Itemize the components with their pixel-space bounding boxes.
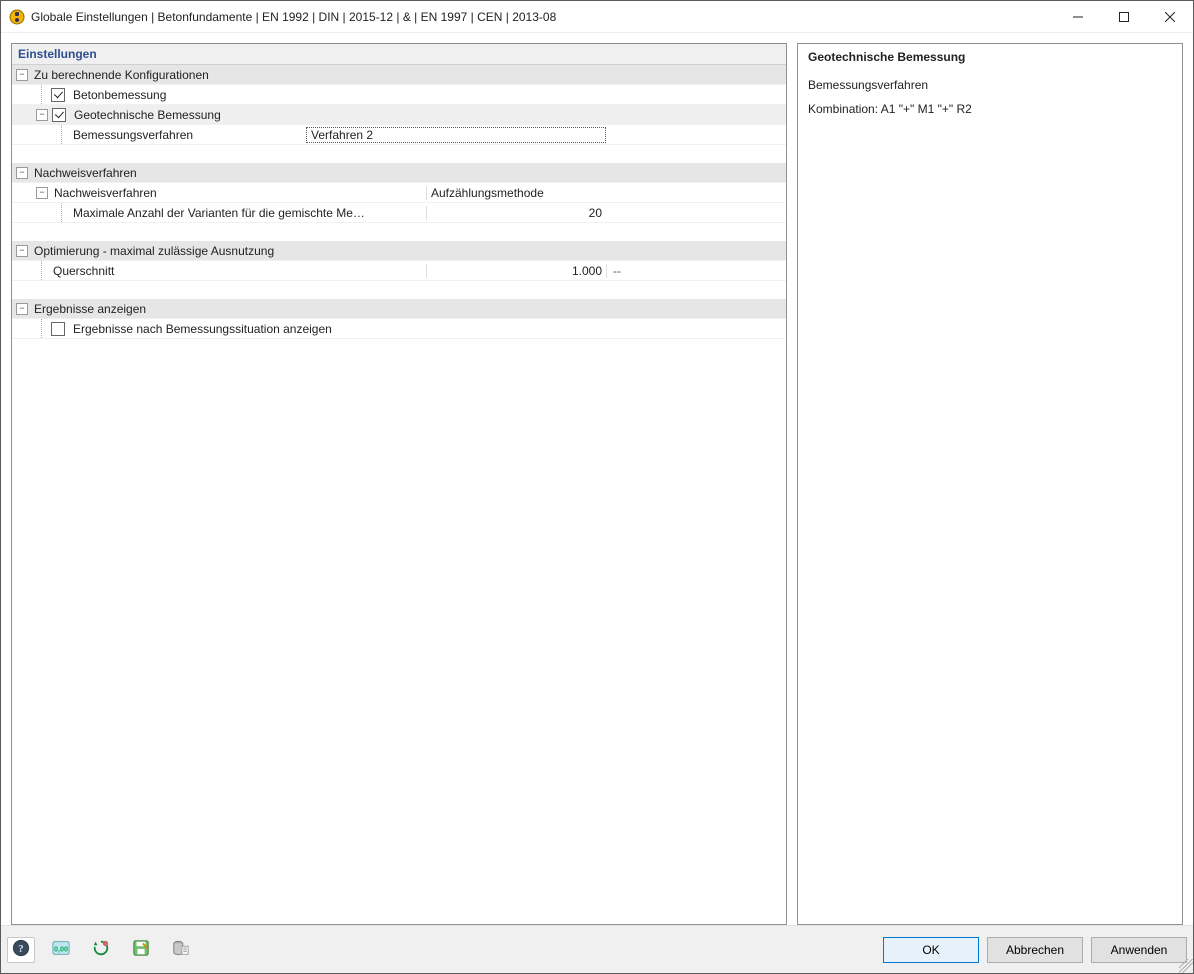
content-area: Einstellungen − Zu berechnende Konfigura… (1, 33, 1193, 925)
section-label: Optimierung - maximal zulässige Ausnutzu… (32, 244, 426, 258)
item-label: Geotechnische Bemessung (72, 108, 426, 122)
item-label: Maximale Anzahl der Varianten für die ge… (71, 206, 426, 220)
section-label: Ergebnisse anzeigen (32, 302, 426, 316)
detail-combination: Kombination: A1 "+" M1 "+" R2 (808, 102, 1172, 116)
tree-item-bemessungsverfahren[interactable]: Bemessungsverfahren Verfahren 2 (12, 125, 786, 145)
detail-subtitle: Bemessungsverfahren (808, 78, 1172, 92)
item-label: Ergebnisse nach Bemessungssituation anze… (71, 322, 426, 336)
app-icon (9, 9, 25, 25)
tree-item-geotech[interactable]: − Geotechnische Bemessung (12, 105, 786, 125)
cancel-button[interactable]: Abbrechen (987, 937, 1083, 963)
checkbox-show-by-situation[interactable] (51, 322, 65, 336)
minimize-button[interactable] (1055, 1, 1101, 32)
tree-section-ergebnisse[interactable]: − Ergebnisse anzeigen (12, 299, 786, 319)
help-button[interactable]: ? (7, 937, 35, 963)
item-label: Querschnitt (51, 264, 426, 278)
tree-section-configs[interactable]: − Zu berechnende Konfigurationen (12, 65, 786, 85)
svg-text:?: ? (18, 943, 23, 955)
close-button[interactable] (1147, 1, 1193, 32)
detail-title: Geotechnische Bemessung (808, 50, 1172, 64)
item-label: Nachweisverfahren (52, 186, 426, 200)
decimal-places-icon: 0,00 (52, 939, 70, 960)
tree-item-querschnitt[interactable]: Querschnitt 1.000 -- (12, 261, 786, 281)
collapse-icon[interactable]: − (16, 245, 28, 257)
save-settings-button[interactable] (127, 937, 155, 963)
value-cell-max-variants[interactable]: 20 (426, 206, 606, 220)
section-label: Nachweisverfahren (32, 166, 426, 180)
ok-button[interactable]: OK (883, 937, 979, 963)
window-title: Globale Einstellungen | Betonfundamente … (31, 10, 1055, 24)
item-label: Betonbemessung (71, 88, 426, 102)
tree-item-max-variants[interactable]: Maximale Anzahl der Varianten für die ge… (12, 203, 786, 223)
tree-item-show-by-situation[interactable]: Ergebnisse nach Bemessungssituation anze… (12, 319, 786, 339)
maximize-button[interactable] (1101, 1, 1147, 32)
value-cell-bemessungsverfahren[interactable]: Verfahren 2 (306, 127, 606, 143)
collapse-icon[interactable]: − (16, 69, 28, 81)
tree-item-betonbemessung[interactable]: Betonbemessung (12, 85, 786, 105)
tree-section-nachweis[interactable]: − Nachweisverfahren (12, 163, 786, 183)
svg-text:0,00: 0,00 (54, 945, 68, 954)
settings-tree[interactable]: − Zu berechnende Konfigurationen Betonbe… (12, 65, 786, 924)
window-controls (1055, 1, 1193, 32)
database-icon (172, 939, 190, 960)
detail-panel: Geotechnische Bemessung Bemessungsverfah… (797, 43, 1183, 925)
checkbox-betonbemessung[interactable] (51, 88, 65, 102)
item-label: Bemessungsverfahren (71, 128, 306, 142)
tree-item-nachweisverfahren[interactable]: − Nachweisverfahren Aufzählungsmethode (12, 183, 786, 203)
settings-tree-panel: Einstellungen − Zu berechnende Konfigura… (11, 43, 787, 925)
collapse-icon[interactable]: − (36, 109, 48, 121)
apply-button[interactable]: Anwenden (1091, 937, 1187, 963)
help-icon: ? (12, 939, 30, 960)
section-label: Zu berechnende Konfigurationen (32, 68, 426, 82)
save-settings-icon (132, 939, 150, 960)
checkbox-geotech[interactable] (52, 108, 66, 122)
value-cell-nachweisverfahren[interactable]: Aufzählungsmethode (426, 186, 606, 200)
tree-section-optimierung[interactable]: − Optimierung - maximal zulässige Ausnut… (12, 241, 786, 261)
restore-defaults-button[interactable] (87, 937, 115, 963)
value-cell-querschnitt[interactable]: 1.000 (426, 264, 606, 278)
restore-defaults-icon (92, 939, 110, 960)
collapse-icon[interactable]: − (16, 303, 28, 315)
unit-cell-querschnitt: -- (606, 264, 786, 278)
titlebar: Globale Einstellungen | Betonfundamente … (1, 1, 1193, 33)
collapse-icon[interactable]: − (16, 167, 28, 179)
bottom-bar: ? 0,00 OK Abbrechen Anwenden (1, 925, 1193, 973)
settings-panel-header: Einstellungen (12, 44, 786, 65)
decimal-places-button[interactable]: 0,00 (47, 937, 75, 963)
collapse-icon[interactable]: − (36, 187, 48, 199)
data-button[interactable] (167, 937, 195, 963)
settings-dialog: Globale Einstellungen | Betonfundamente … (0, 0, 1194, 974)
